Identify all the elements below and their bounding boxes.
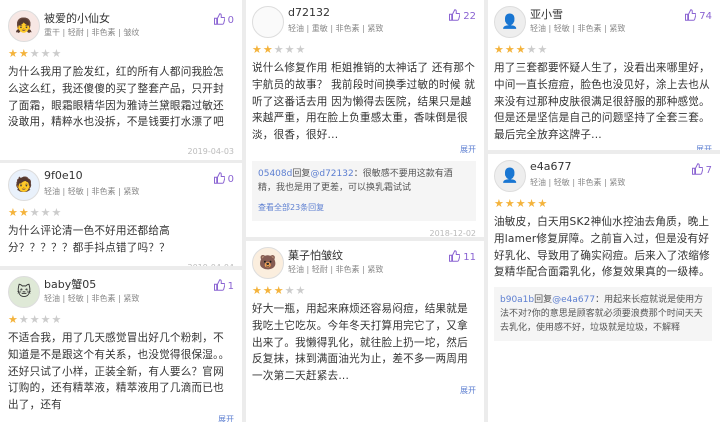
avatar[interactable]: 👧 bbox=[8, 10, 40, 42]
review-text: 好大一瓶，用起来麻烦还容易闷痘，结果就是我吃土它吃灰。今年冬天打算用完它了，又拿… bbox=[252, 303, 468, 383]
thumbs-up-icon bbox=[213, 279, 225, 291]
skin-tags: 轻油 | 轻敏 | 非色素 | 紧致 bbox=[530, 178, 626, 187]
like-count: 1 bbox=[227, 281, 234, 292]
thumbs-up-icon bbox=[213, 13, 225, 25]
review-date: 2019-04-04 bbox=[8, 263, 235, 266]
review-text: 为什么评论清一色不好用还都给高分？？？？？都手抖点错了吗？？ bbox=[8, 225, 170, 254]
like-button[interactable]: 74 bbox=[684, 9, 712, 22]
thumbs-up-icon bbox=[691, 163, 703, 175]
avatar[interactable]: 👤 bbox=[494, 160, 526, 192]
username[interactable]: 菓子怕皱纹 bbox=[288, 247, 343, 263]
review-text: 不适合我，用了几天感觉冒出好几个粉刺，不知道是不是跟这个有关系，也没觉得很保湿。… bbox=[8, 332, 230, 412]
reply-username[interactable]: 05408d bbox=[258, 169, 292, 179]
review-card-5: 🐻 菓子怕皱纹 轻油 | 轻耐 | 非色素 | 紧致 11 ★★★★★ 好大一瓶… bbox=[246, 241, 484, 422]
reply-target[interactable]: @e4a677 bbox=[552, 295, 595, 305]
review-text: 说什么修复作用 柜姐推销的太神话了 还有那个宇航员的故事？ 我前段时间换季过敏的… bbox=[252, 62, 476, 142]
star-rating: ★★★★★ bbox=[8, 206, 63, 219]
star-rating: ★★★★★ bbox=[494, 197, 549, 210]
reply-username[interactable]: b90a1b bbox=[500, 295, 534, 305]
like-count: 22 bbox=[463, 11, 476, 22]
expand-link[interactable]: 展开 bbox=[494, 144, 712, 150]
star-rating: ★★★★★ bbox=[8, 47, 63, 60]
username[interactable]: d72132 bbox=[288, 6, 330, 19]
like-count: 0 bbox=[227, 15, 234, 26]
like-count: 0 bbox=[227, 174, 234, 185]
like-button[interactable]: 1 bbox=[213, 279, 234, 292]
skin-tags: 轻油 | 轻耐 | 非色素 | 紧致 bbox=[288, 265, 384, 274]
star-rating: ★★★★★ bbox=[252, 284, 307, 297]
username[interactable]: 被爱的小仙女 bbox=[44, 10, 110, 26]
avatar[interactable] bbox=[252, 6, 284, 38]
thumbs-up-icon bbox=[449, 250, 461, 262]
like-count: 74 bbox=[699, 11, 712, 22]
expand-link[interactable]: 展开 bbox=[252, 385, 476, 396]
like-button[interactable]: 22 bbox=[448, 9, 476, 22]
star-rating: ★★★★★ bbox=[252, 43, 307, 56]
skin-tags: 重干 | 轻耐 | 非色素 | 皱纹 bbox=[44, 28, 140, 37]
avatar[interactable]: 👤 bbox=[494, 6, 526, 38]
like-count: 11 bbox=[463, 252, 476, 263]
expand-link[interactable]: 展开 bbox=[8, 414, 234, 422]
review-card-6: 👤 亚小雪 轻油 | 轻敏 | 非色素 | 紧致 74 ★★★★★ 用了三套都要… bbox=[488, 0, 720, 150]
skin-tags: 轻油 | 轻敏 | 非色素 | 紧致 bbox=[44, 294, 140, 303]
reply-box: 05408d回复@d72132：很敏感不要用这款有酒精，我也是用了更差，可以换乳… bbox=[252, 160, 476, 221]
review-card-3: 🐱 baby蟹05 轻油 | 轻敏 | 非色素 | 紧致 1 ★★★★★ 不适合… bbox=[0, 270, 242, 422]
view-all-replies-link[interactable]: 查看全部23条回复 bbox=[258, 201, 470, 215]
review-card-2: 🧑 9f0e10 轻油 | 轻敏 | 非色素 | 紧致 0 ★★★★★ 为什么评… bbox=[0, 163, 242, 266]
username[interactable]: 9f0e10 bbox=[44, 169, 83, 182]
like-button[interactable]: 7 bbox=[691, 163, 712, 176]
like-button[interactable]: 0 bbox=[213, 13, 234, 26]
thumbs-up-icon bbox=[213, 172, 225, 184]
thumbs-up-icon bbox=[449, 9, 461, 21]
skin-tags: 轻油 | 轻敏 | 非色素 | 紧致 bbox=[44, 187, 140, 196]
reply-label: 回复 bbox=[534, 295, 553, 306]
reply-label: 回复 bbox=[292, 168, 311, 179]
username[interactable]: baby蟹05 bbox=[44, 276, 96, 292]
expand-link[interactable]: 展开 bbox=[252, 144, 476, 155]
username[interactable]: e4a677 bbox=[530, 160, 572, 173]
review-card-1: 👧 被爱的小仙女 重干 | 轻耐 | 非色素 | 皱纹 0 ★★★★★ 为什么我… bbox=[0, 0, 242, 160]
review-text: 用了三套都要怀疑人生了，没看出来哪里好，中间一直长痘痘，脸色也没见好，涂上去也从… bbox=[494, 62, 710, 142]
reply-target[interactable]: @d72132 bbox=[310, 169, 353, 179]
review-date: 2018-12-02 bbox=[429, 228, 477, 237]
avatar[interactable]: 🧑 bbox=[8, 169, 40, 201]
like-button[interactable]: 11 bbox=[448, 250, 476, 263]
username[interactable]: 亚小雪 bbox=[530, 6, 563, 22]
review-card-4: d72132 轻油 | 重敏 | 非色素 | 紧致 22 ★★★★★ 说什么修复… bbox=[246, 0, 484, 237]
reply-box: b90a1b回复@e4a677：用起来长痘就说是使用方法不对?你的意思是顾客就必… bbox=[494, 287, 712, 342]
like-count: 7 bbox=[705, 165, 712, 176]
review-date: 2019-04-03 bbox=[187, 147, 235, 157]
review-card-7: 👤 e4a677 轻油 | 轻敏 | 非色素 | 紧致 7 ★★★★★ 油敏皮，… bbox=[488, 154, 720, 422]
star-rating: ★★★★★ bbox=[494, 43, 549, 56]
review-text: 为什么我用了脸发红，红的所有人都问我脸怎么这么红，我还傻傻的买了整套产品，只开封… bbox=[8, 66, 224, 129]
review-text: 油敏皮，白天用SK2神仙水控油去角质，晚上用lamer修复屏障。之前盲入过，但是… bbox=[494, 216, 710, 279]
avatar[interactable]: 🐻 bbox=[252, 247, 284, 279]
skin-tags: 轻油 | 重敏 | 非色素 | 紧致 bbox=[288, 24, 384, 33]
thumbs-up-icon bbox=[685, 9, 697, 21]
star-rating: ★★★★★ bbox=[8, 313, 63, 326]
like-button[interactable]: 0 bbox=[213, 172, 234, 185]
skin-tags: 轻油 | 轻敏 | 非色素 | 紧致 bbox=[530, 24, 626, 33]
avatar[interactable]: 🐱 bbox=[8, 276, 40, 308]
